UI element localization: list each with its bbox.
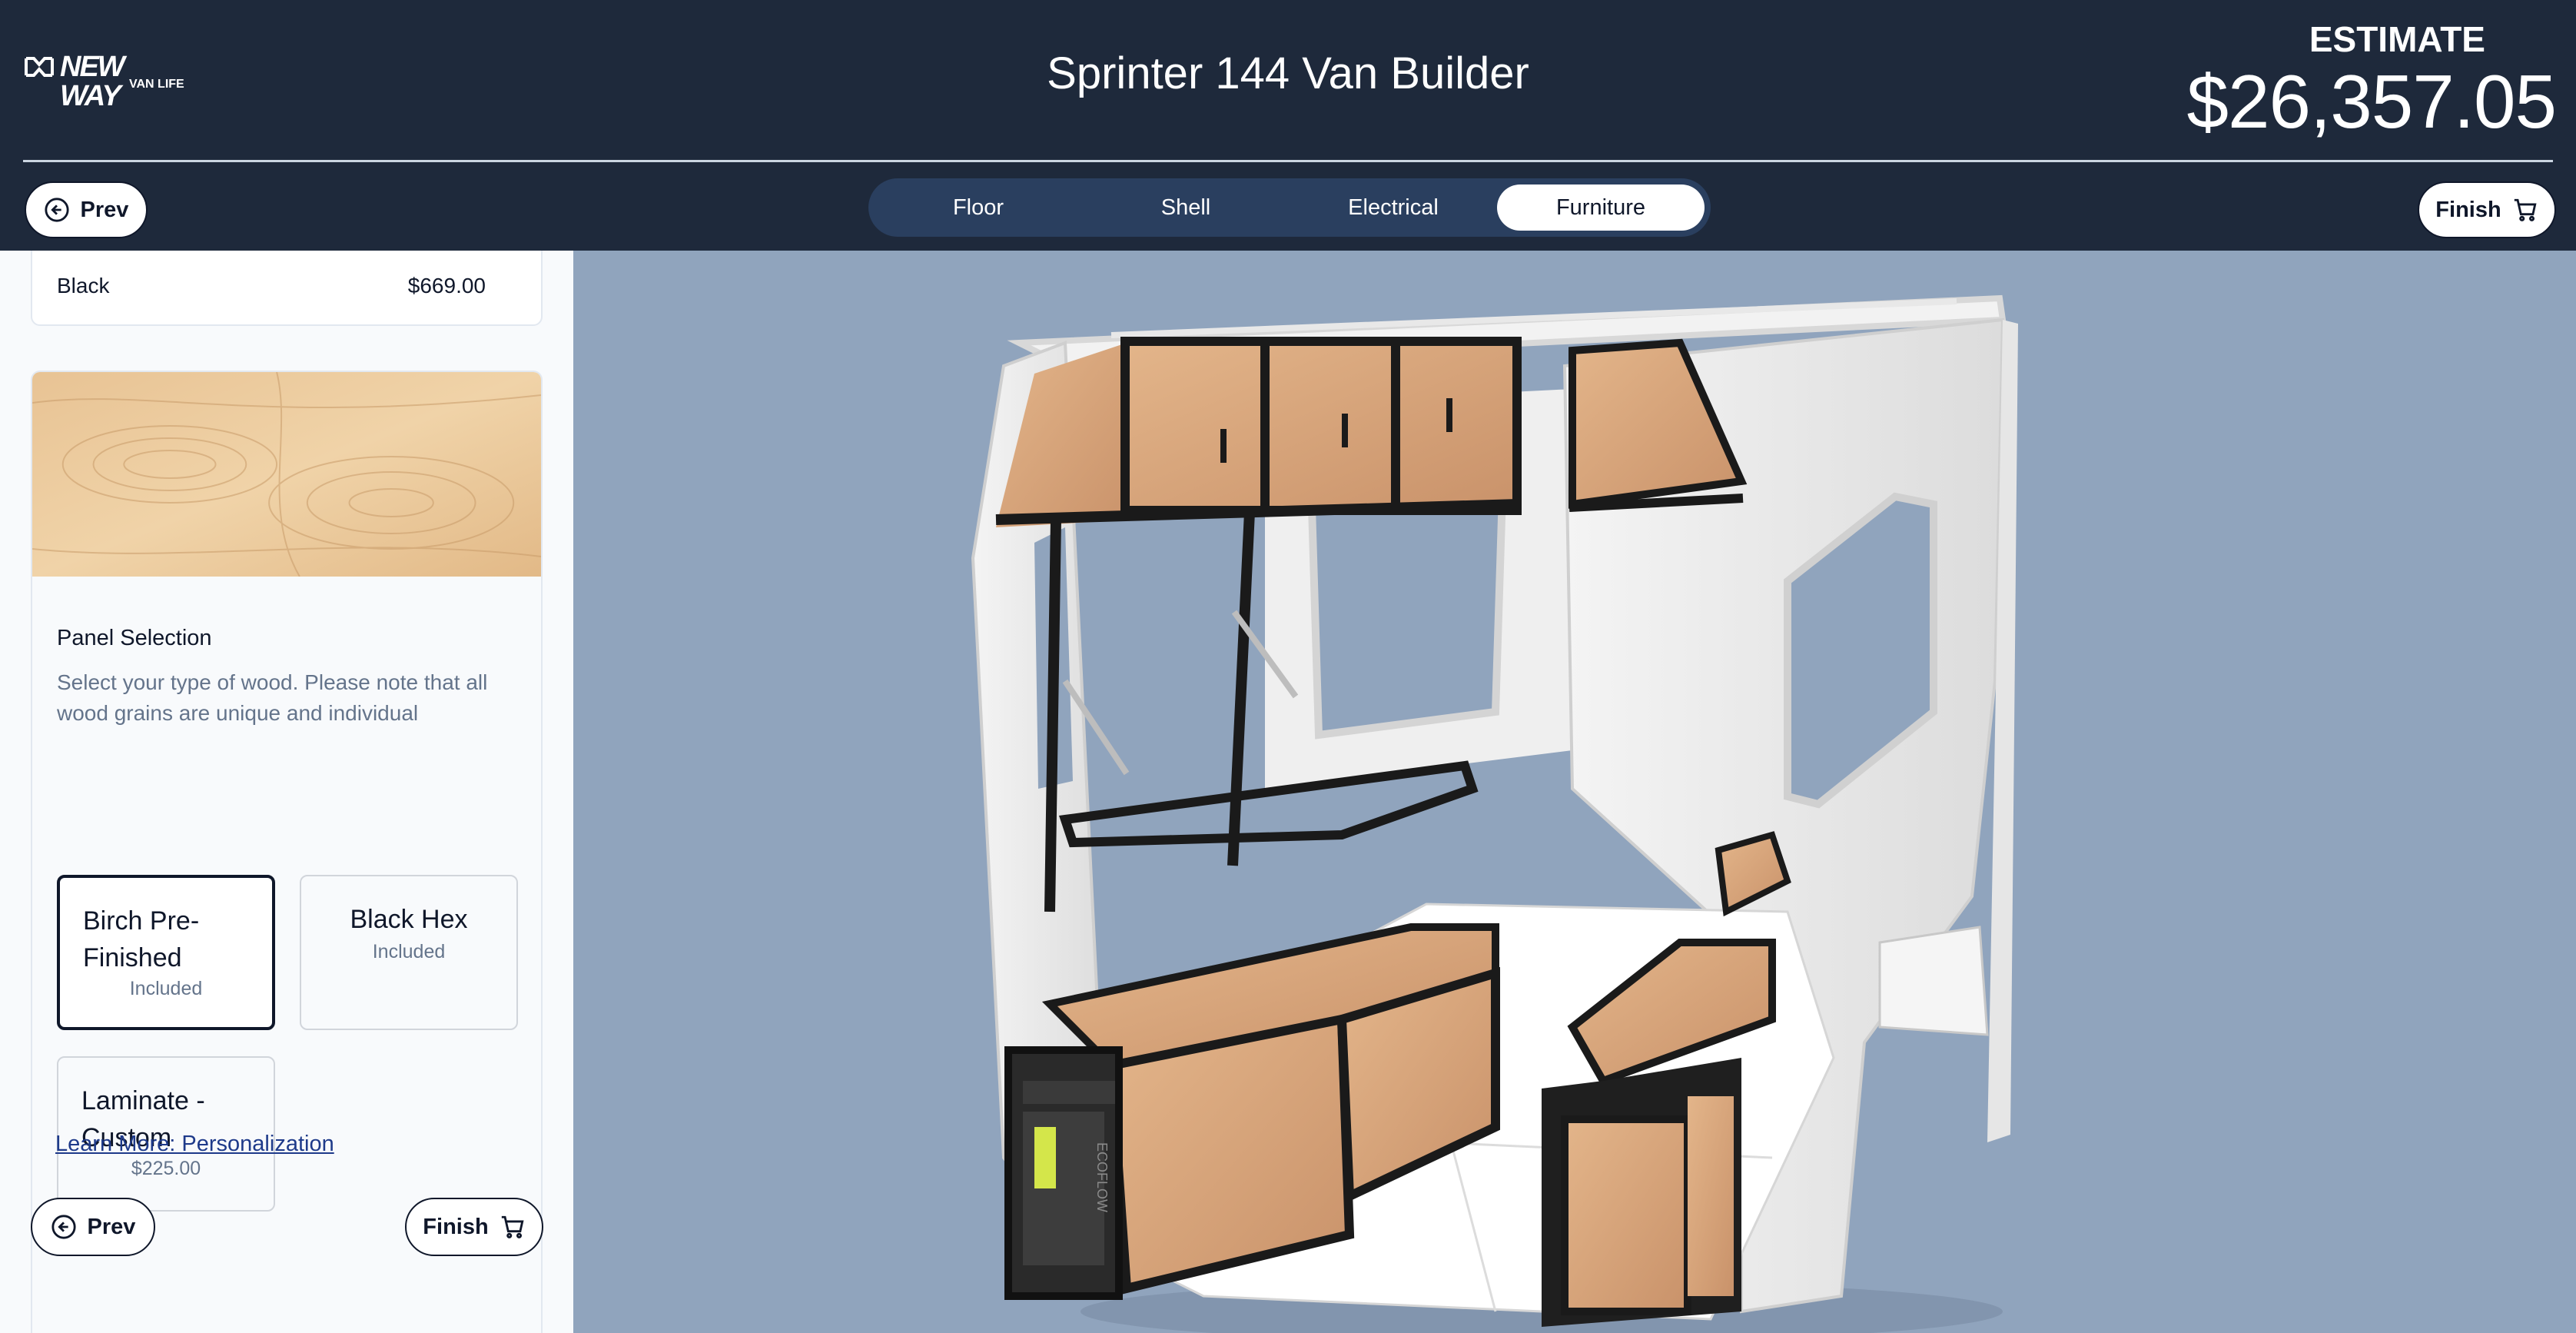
upper-cabinet-left xyxy=(995,337,1522,527)
option-name: Black Hex xyxy=(350,905,468,934)
prev-button[interactable]: Prev xyxy=(25,181,148,238)
option-price: $225.00 xyxy=(131,1158,201,1179)
panel-selection-description: Select your type of wood. Please note th… xyxy=(57,670,488,725)
arrow-left-circle-icon xyxy=(44,198,69,222)
prev-button-bottom[interactable]: Prev xyxy=(31,1198,155,1256)
cart-icon xyxy=(2514,198,2537,221)
cart-icon xyxy=(501,1215,524,1238)
step-tabs: Floor Shell Electrical Furniture xyxy=(868,178,1711,237)
learn-more-link[interactable]: Learn More: Personalization xyxy=(55,1132,334,1157)
option-birch-pre-finished[interactable]: Birch Pre-Finished Included xyxy=(57,875,275,1030)
finish-button-label: Finish xyxy=(423,1214,489,1239)
previous-option-card[interactable]: Black $669.00 xyxy=(31,251,543,326)
tab-floor[interactable]: Floor xyxy=(875,184,1082,231)
arrow-left-circle-icon xyxy=(51,1215,76,1239)
finish-button[interactable]: Finish xyxy=(2418,181,2556,238)
prev-button-label: Prev xyxy=(80,197,129,222)
tab-shell[interactable]: Shell xyxy=(1082,184,1290,231)
panel-selection-title: Panel Selection xyxy=(57,626,212,650)
previous-option-label: Black xyxy=(57,274,110,298)
panel-selection-card: Panel Selection Select your type of wood… xyxy=(31,371,543,1333)
option-name: Birch Pre-Finished xyxy=(83,906,200,972)
wood-sample-image xyxy=(32,372,541,577)
van-3d-viewer[interactable]: ECOFLOW xyxy=(573,251,2576,1333)
option-price: Included xyxy=(372,941,446,962)
power-station-brand: ECOFLOW xyxy=(1094,1142,1110,1212)
app-header: NEW WAY VAN LIFE Sprinter 144 Van Builde… xyxy=(0,0,2576,251)
header-divider xyxy=(23,160,2553,162)
finish-button-bottom[interactable]: Finish xyxy=(405,1198,543,1256)
previous-option-price: $669.00 xyxy=(407,274,486,298)
prev-button-label: Prev xyxy=(87,1214,136,1239)
estimate-total: $26,357.05 xyxy=(2186,59,2557,144)
estimate-label: ESTIMATE xyxy=(2309,19,2485,59)
tab-furniture[interactable]: Furniture xyxy=(1497,184,1705,231)
option-black-hex[interactable]: Black Hex Included xyxy=(300,875,518,1030)
tab-electrical[interactable]: Electrical xyxy=(1290,184,1497,231)
finish-button-label: Finish xyxy=(2435,197,2501,222)
option-price: Included xyxy=(129,978,203,999)
options-sidebar[interactable]: Black $669.00 Panel Selection Select you… xyxy=(0,251,573,1333)
van-model-render[interactable]: ECOFLOW xyxy=(573,251,2576,1333)
